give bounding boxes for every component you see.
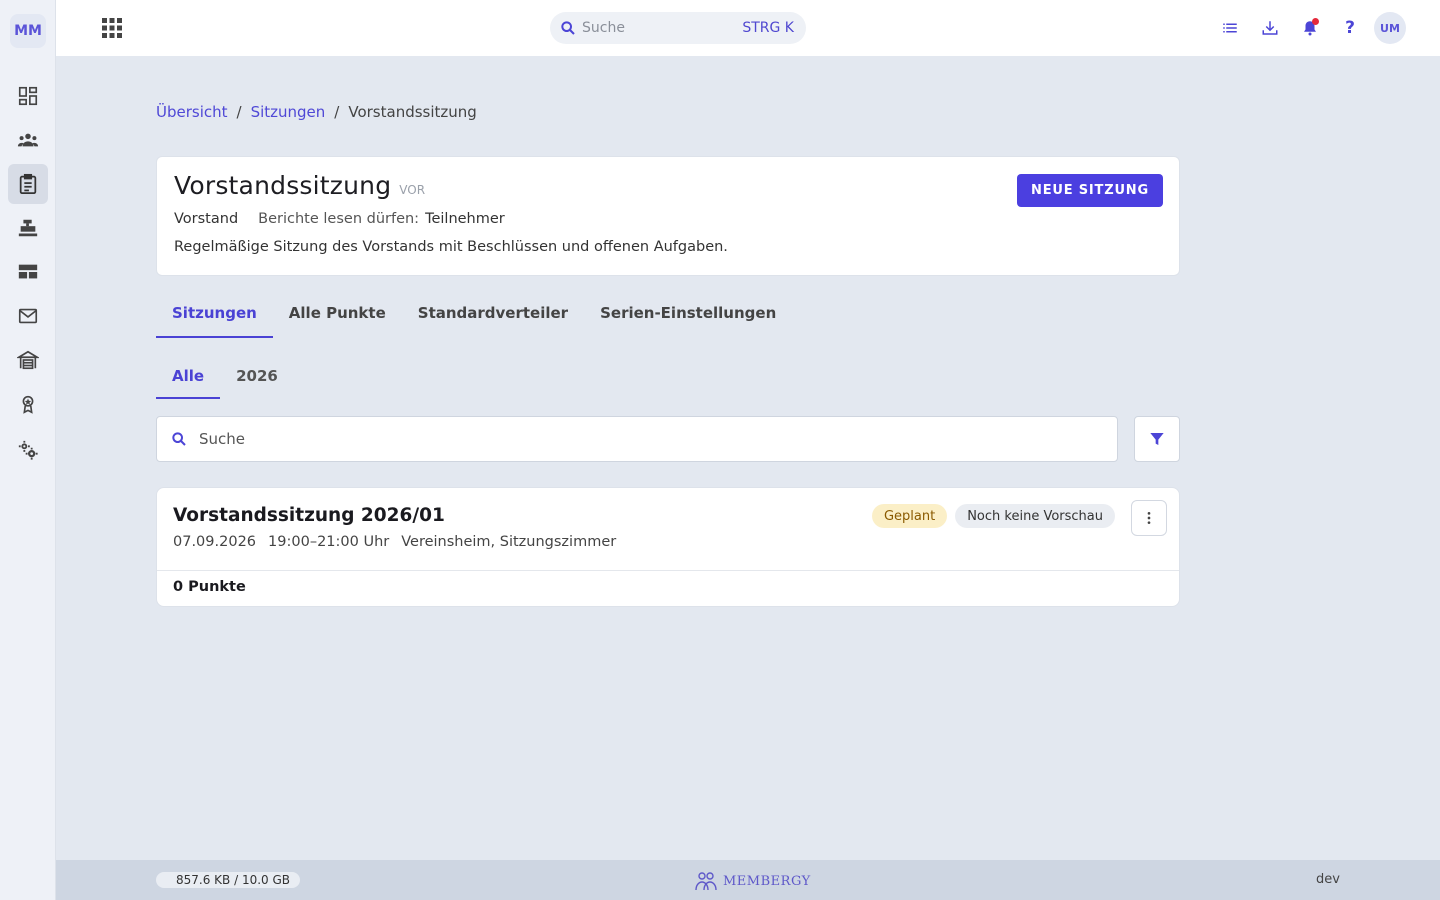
filter-button[interactable] [1134, 416, 1180, 462]
topbar: Suche STRG K ? UM [56, 0, 1440, 56]
topbar-actions: ? UM [1206, 12, 1406, 44]
tab-sessions[interactable]: Sitzungen [156, 292, 273, 338]
session-search [156, 416, 1118, 462]
gears-icon [18, 440, 38, 460]
award-icon [22, 395, 34, 414]
session-points-count[interactable]: 0 Punkte [173, 579, 246, 595]
downloads-button[interactable] [1254, 12, 1286, 44]
breadcrumb-separator: / [334, 103, 340, 121]
storage-usage: 857.6 KB / 10.0 GB [156, 872, 300, 888]
meeting-series-header: Vorstandssitzung VOR Vorstand Berichte l… [156, 156, 1180, 276]
people-icon [17, 133, 39, 147]
sidebar-item-settings[interactable] [8, 430, 48, 470]
environment-label: dev [1316, 872, 1340, 887]
tab-all-points[interactable]: Alle Punkte [273, 292, 402, 338]
mail-icon [18, 308, 38, 324]
status-badge: Geplant [871, 504, 948, 528]
help-icon: ? [1345, 18, 1355, 38]
session-card[interactable]: Vorstandssitzung 2026/01 07.09.2026 19:0… [156, 487, 1180, 607]
series-meta: Vorstand Berichte lesen dürfen: Teilnehm… [174, 211, 505, 227]
global-search-placeholder: Suche [582, 20, 625, 36]
membergy-logo-icon [695, 872, 717, 891]
avatar[interactable]: UM [1374, 12, 1406, 44]
read-permission-label: Berichte lesen dürfen: [258, 211, 420, 227]
brand-logo: MEMBERGY [693, 870, 811, 892]
new-meeting-button[interactable]: NEUE SITZUNG [1017, 174, 1163, 207]
notifications-button[interactable] [1294, 12, 1326, 44]
preview-badge: Noch keine Vorschau [955, 504, 1115, 528]
filter-icon [1150, 433, 1164, 445]
breadcrumb-current: Vorstandssitzung [348, 103, 477, 121]
help-button[interactable]: ? [1334, 12, 1366, 44]
apps-grid-icon[interactable] [102, 18, 122, 38]
session-more-button[interactable] [1131, 500, 1167, 536]
session-date: 07.09.2026 [173, 534, 257, 550]
series-group: Vorstand [174, 211, 239, 227]
breadcrumb: Übersicht / Sitzungen / Vorstandssitzung [156, 103, 477, 121]
footer: 857.6 KB / 10.0 GB MEMBERGY dev [56, 860, 1440, 900]
sidebar: MM [0, 0, 56, 900]
search-icon [172, 432, 186, 446]
table-layout-icon [18, 264, 38, 279]
search-icon [561, 21, 575, 35]
session-badges: Geplant Noch keine Vorschau [864, 504, 1115, 528]
tab-default-distribution[interactable]: Standardverteiler [402, 292, 584, 338]
brand-name: MEMBERGY [723, 873, 811, 889]
list-icon [1223, 23, 1237, 33]
session-search-input[interactable] [199, 430, 1079, 448]
sidebar-item-facilities[interactable] [8, 340, 48, 380]
warehouse-icon [17, 350, 39, 370]
subtab-all[interactable]: Alle [156, 354, 221, 399]
global-search[interactable]: Suche STRG K [550, 12, 806, 44]
sidebar-item-members[interactable] [8, 120, 48, 160]
breadcrumb-separator: / [236, 103, 242, 121]
task-list-button[interactable] [1214, 12, 1246, 44]
sidebar-item-dashboard[interactable] [8, 76, 48, 116]
session-location: Vereinsheim, Sitzungszimmer [401, 534, 617, 550]
main-tabs: Sitzungen Alle Punkte Standardverteiler … [156, 292, 792, 338]
notification-dot [1312, 18, 1319, 25]
sidebar-item-mail[interactable] [8, 296, 48, 336]
breadcrumb-overview[interactable]: Übersicht [156, 103, 228, 121]
subtab-2026[interactable]: 2026 [220, 354, 294, 399]
session-meta: 07.09.2026 19:00–21:00 Uhr Vereinsheim, … [173, 534, 616, 550]
sidebar-item-awards[interactable] [8, 384, 48, 424]
page-title: Vorstandssitzung [174, 171, 392, 200]
session-title[interactable]: Vorstandssitzung 2026/01 [173, 505, 445, 526]
clipboard-icon [19, 173, 37, 195]
read-permission-value: Teilnehmer [425, 211, 505, 227]
search-shortcut: STRG K [742, 20, 794, 36]
year-tabs: Alle 2026 [156, 354, 294, 399]
sidebar-item-meetings[interactable] [8, 164, 48, 204]
tab-series-settings[interactable]: Serien-Einstellungen [584, 292, 792, 338]
download-icon [1262, 21, 1278, 35]
session-time: 19:00–21:00 Uhr [268, 534, 390, 550]
series-description: Regelmäßige Sitzung des Vorstands mit Be… [174, 239, 728, 255]
card-divider [157, 570, 1179, 571]
cash-register-icon [18, 219, 38, 237]
app-logo[interactable]: MM [10, 14, 46, 48]
series-abbreviation: VOR [399, 183, 426, 197]
sidebar-item-layout[interactable] [8, 252, 48, 292]
breadcrumb-meetings[interactable]: Sitzungen [251, 103, 326, 121]
dashboard-icon [18, 86, 38, 106]
sidebar-item-cash[interactable] [8, 208, 48, 248]
more-vertical-icon [1147, 512, 1151, 524]
